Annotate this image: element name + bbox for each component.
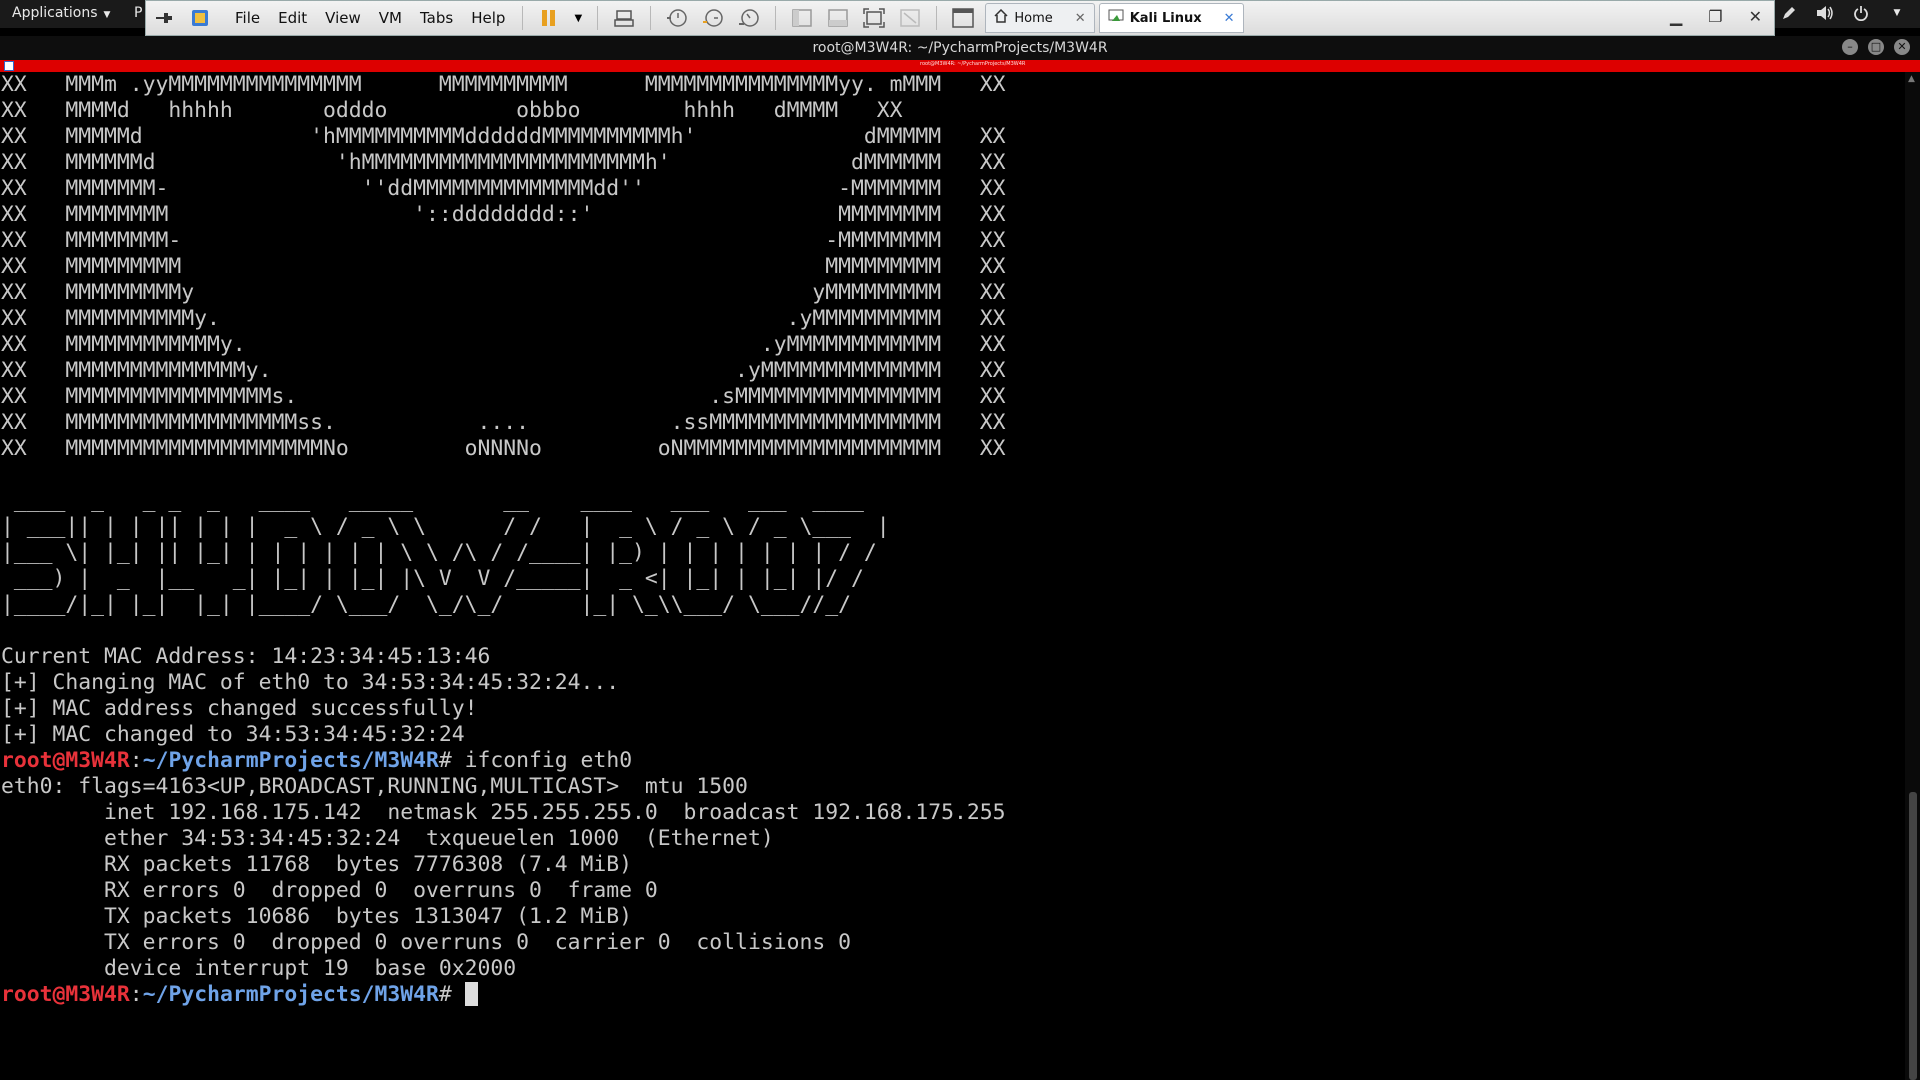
text-cursor [464, 982, 478, 1006]
applications-label: Applications [12, 5, 98, 21]
console-view-icon[interactable] [949, 5, 977, 31]
vmware-menubar: File Edit View VM Tabs Help [226, 9, 514, 27]
toolbar-separator [775, 6, 777, 30]
terminal-window-controls: – □ ✕ [1842, 39, 1910, 55]
tab-label: Kali Linux [1129, 10, 1202, 26]
ifconfig-output: eth0: flags=4163<UP,BROADCAST,RUNNING,MU… [1, 774, 1006, 981]
places-menu[interactable]: P [134, 5, 142, 21]
prompt-separator: : [129, 748, 143, 773]
menu-file[interactable]: File [235, 9, 260, 27]
window-controls: ▁ ❐ ✕ [1670, 7, 1762, 26]
terminal-title: root@M3W4R: ~/PycharmProjects/M3W4R [812, 40, 1108, 56]
unity-icon[interactable] [896, 5, 924, 31]
terminal-titlebar: root@M3W4R: ~/PycharmProjects/M3W4R – □ … [0, 36, 1920, 60]
prompt-end: # [438, 982, 465, 1007]
scroll-up-icon[interactable]: ▲ [1908, 74, 1915, 84]
toolbar-separator [936, 6, 938, 30]
command-text: ifconfig eth0 [464, 748, 633, 773]
prompt-path: ~/PycharmProjects/M3W4R [142, 748, 439, 773]
prompt-line: root@M3W4R:~/PycharmProjects/M3W4R# ifco… [0, 748, 1905, 774]
menu-vm[interactable]: VM [379, 9, 402, 27]
vmware-window: File Edit View VM Tabs Help ▼ Home ✕ Kal… [145, 0, 1775, 36]
system-tray: ▼ [1780, 4, 1906, 22]
menu-tabs[interactable]: Tabs [420, 9, 453, 27]
applications-menu[interactable]: Applications ▼ [12, 5, 110, 21]
menu-edit[interactable]: Edit [278, 9, 307, 27]
thumbnail-bar-icon[interactable] [824, 5, 852, 31]
volume-icon[interactable] [1816, 4, 1834, 22]
tab-label: Home [1014, 10, 1053, 26]
maximize-icon[interactable]: □ [1868, 39, 1884, 55]
home-icon [994, 8, 1008, 27]
toolbar-separator [597, 6, 599, 30]
prompt-user: root@M3W4R [1, 748, 130, 773]
terminal-scrollbar[interactable]: ▲ [1905, 72, 1920, 1080]
send-keys-icon[interactable] [610, 5, 638, 31]
prompt-path: ~/PycharmProjects/M3W4R [142, 982, 439, 1007]
scrollbar-thumb[interactable] [1909, 792, 1917, 1080]
menu-view[interactable]: View [325, 9, 361, 27]
prompt-end: # [438, 748, 465, 773]
prompt-line[interactable]: root@M3W4R:~/PycharmProjects/M3W4R# [0, 982, 1905, 1008]
close-icon[interactable]: ✕ [1894, 39, 1910, 55]
fullscreen-icon[interactable] [860, 5, 888, 31]
ascii-logo: XX MMMm .yyMMMMMMMMMMMMMMM MMMMMMMMMM MM… [1, 72, 1006, 461]
vm-library-icon[interactable] [186, 5, 214, 31]
guest-title: root@M3W4R: ~/PycharmProjects/M3W4R [920, 61, 1026, 67]
toolbar-separator [522, 6, 524, 30]
power-icon[interactable] [1852, 4, 1870, 22]
ascii-banner: ____ _ _ _ _ ____ _____ __ ____ ___ ___ … [1, 488, 890, 617]
terminal-output[interactable]: XX MMMm .yyMMMMMMMMMMMMMMM MMMMMMMMMM MM… [0, 72, 1905, 1080]
terminal-icon [4, 61, 14, 71]
menu-help[interactable]: Help [471, 9, 505, 27]
chevron-down-icon[interactable]: ▼ [571, 5, 585, 31]
close-icon[interactable]: ✕ [1224, 11, 1235, 26]
script-output: Current MAC Address: 14:23:34:45:13:46 [… [1, 644, 620, 747]
prompt-separator: : [129, 982, 143, 1007]
close-icon[interactable]: ✕ [1749, 7, 1762, 26]
tab-kali-linux[interactable]: Kali Linux ✕ [1098, 3, 1244, 33]
tab-home[interactable]: Home ✕ [985, 3, 1095, 33]
pin-icon[interactable] [150, 5, 178, 31]
restore-icon[interactable]: ❐ [1708, 7, 1722, 26]
guest-status-bar: root@M3W4R: ~/PycharmProjects/M3W4R [0, 60, 1920, 72]
sidebar-toggle-icon[interactable] [788, 5, 816, 31]
chevron-down-icon: ▼ [103, 10, 111, 20]
snapshot-manager-icon[interactable] [735, 5, 763, 31]
pause-icon[interactable] [535, 5, 563, 31]
prompt-user: root@M3W4R [1, 982, 130, 1007]
minimize-icon[interactable]: – [1842, 39, 1858, 55]
close-icon[interactable]: ✕ [1075, 11, 1086, 26]
minimize-icon[interactable]: ▁ [1670, 7, 1682, 26]
toolbar-separator [650, 6, 652, 30]
pen-icon[interactable] [1780, 4, 1798, 22]
revert-snapshot-icon[interactable] [699, 5, 727, 31]
vm-icon [1108, 9, 1124, 27]
snapshot-icon[interactable] [663, 5, 691, 31]
chevron-down-icon[interactable]: ▼ [1888, 4, 1906, 22]
